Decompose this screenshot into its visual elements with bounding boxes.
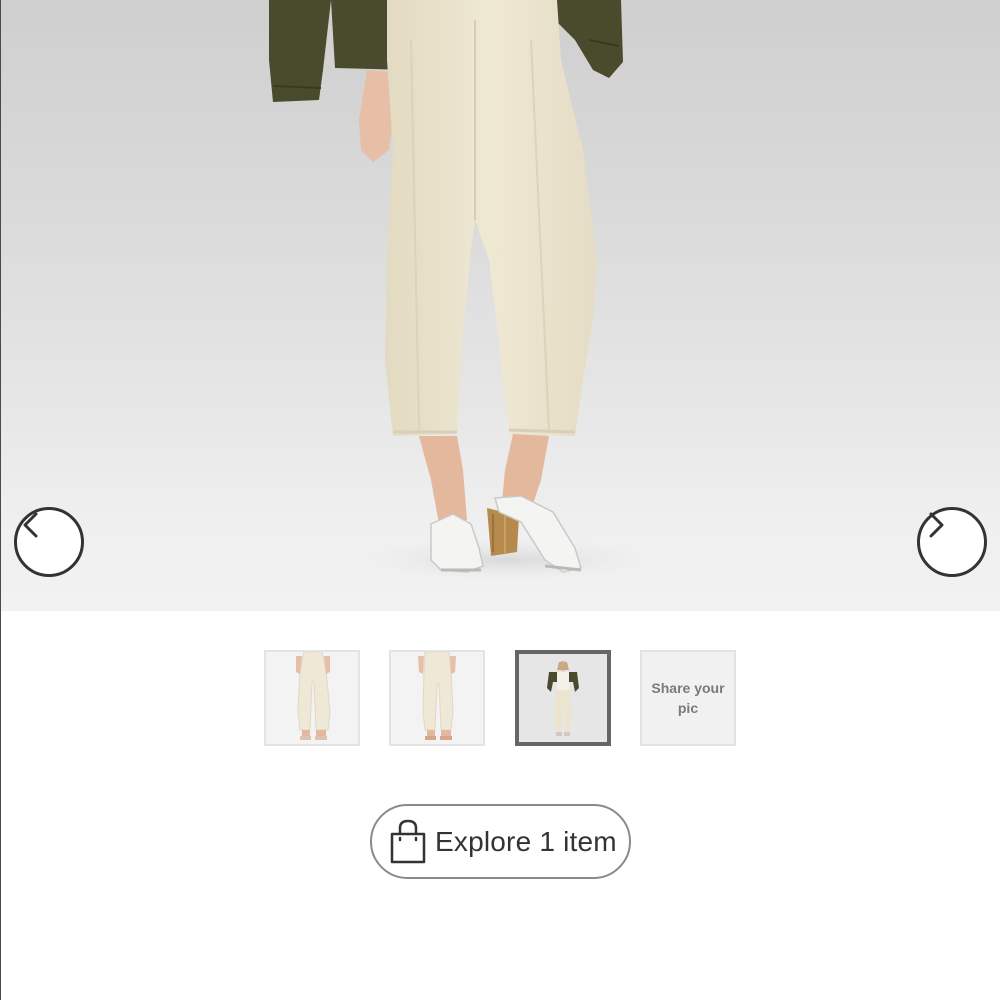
explore-items-label: Explore 1 item bbox=[435, 825, 617, 857]
thumbnail-3-selected[interactable] bbox=[515, 650, 611, 746]
explore-items-button[interactable]: Explore 1 item bbox=[370, 804, 631, 879]
previous-image-button[interactable] bbox=[14, 507, 84, 577]
next-image-button[interactable] bbox=[917, 507, 987, 577]
thumbnail-1[interactable] bbox=[264, 650, 360, 746]
pants bbox=[385, 0, 597, 436]
share-your-pic-tile[interactable]: Share your pic bbox=[640, 650, 736, 746]
shopping-bag-icon bbox=[390, 819, 426, 863]
thumbnail-2[interactable] bbox=[389, 650, 485, 746]
product-photo bbox=[269, 0, 656, 582]
thumbnail-image-back bbox=[391, 652, 483, 744]
chevron-right-icon bbox=[929, 512, 944, 538]
product-main-image bbox=[1, 0, 1000, 611]
thumbnail-image-front bbox=[266, 652, 358, 744]
thumbnail-image-model bbox=[519, 654, 607, 742]
chevron-left-icon bbox=[23, 512, 38, 538]
share-your-pic-label: Share your pic bbox=[651, 680, 725, 716]
